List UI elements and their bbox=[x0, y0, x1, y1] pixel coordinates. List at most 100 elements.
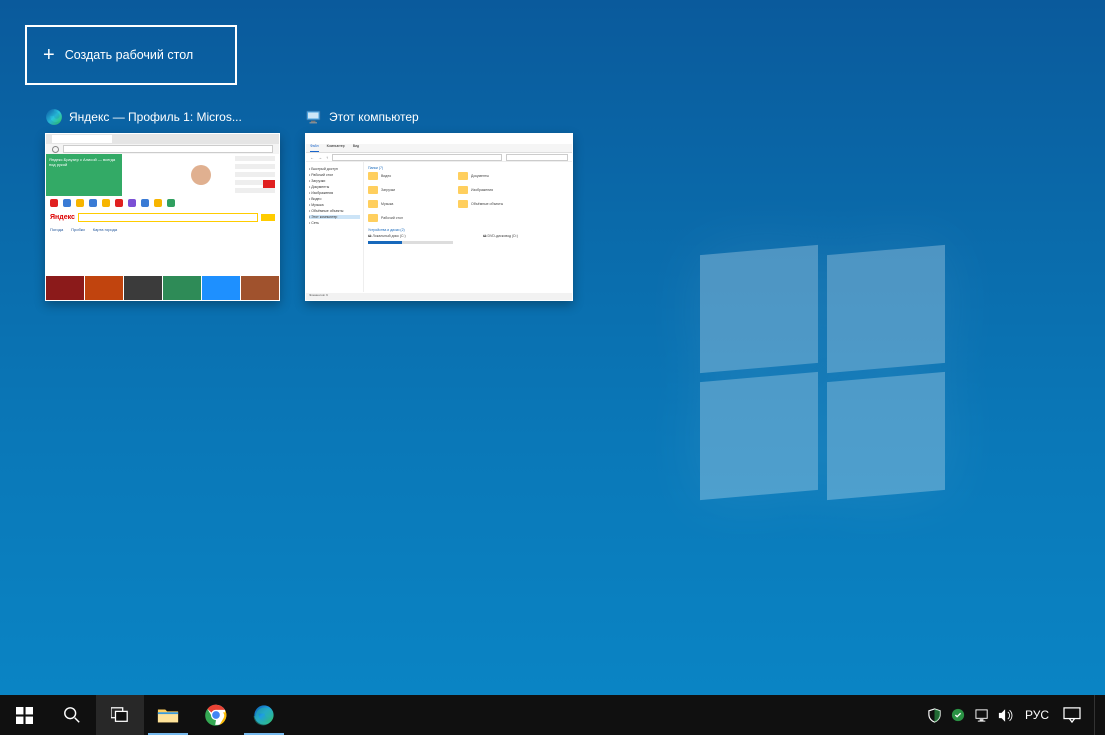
thumb-photo-strip bbox=[46, 276, 279, 300]
thumb-ribbon: ФайлКомпьютерВид bbox=[306, 144, 572, 153]
thumb-tree-item: • Сеть bbox=[309, 221, 360, 225]
thumb-tree-item: • Загрузки bbox=[309, 179, 360, 183]
thumb-tree-item: • Быстрый доступ bbox=[309, 167, 360, 171]
taskbar-app-chrome[interactable] bbox=[192, 695, 240, 735]
folder-icon bbox=[368, 200, 378, 208]
folder-icon bbox=[368, 172, 378, 180]
thumb-search bbox=[506, 154, 568, 161]
windows-logo-watermark bbox=[700, 250, 945, 495]
task-view-thumbnail[interactable]: Яндекс.Браузер c Алисой — всегда под рук… bbox=[45, 133, 280, 301]
thumb-link: Карта города bbox=[93, 227, 117, 232]
thumb-promo-banner: Яндекс.Браузер c Алисой — всегда под рук… bbox=[46, 154, 122, 196]
action-center-button[interactable] bbox=[1056, 695, 1088, 735]
thumb-photo bbox=[163, 276, 201, 300]
thumb-tree-item: • Этот компьютер bbox=[309, 215, 360, 219]
new-desktop-button[interactable]: + Создать рабочий стол bbox=[25, 25, 237, 85]
thumb-link: Пробки bbox=[71, 227, 85, 232]
thumb-service-icon bbox=[128, 199, 136, 207]
taskbar-app-file-explorer[interactable] bbox=[144, 695, 192, 735]
task-view-header: Этот компьютер bbox=[305, 106, 573, 128]
thumb-right-sidebar bbox=[235, 156, 275, 196]
thumb-tree-item: • Документы bbox=[309, 185, 360, 189]
task-view-title: Этот компьютер bbox=[329, 110, 419, 124]
thumb-photo bbox=[46, 276, 84, 300]
folder-icon bbox=[368, 186, 378, 194]
folder-icon bbox=[458, 172, 468, 180]
thumb-group-header: Папки (7) bbox=[368, 166, 568, 170]
thumb-group-header: Устройства и диски (2) bbox=[368, 228, 568, 232]
thumb-tree-item: • Объёмные объекты bbox=[309, 209, 360, 213]
thumb-folder-item: Загрузки bbox=[368, 186, 438, 194]
task-view-window[interactable]: Этот компьютер ФайлКомпьютерВид ← → ↑ • … bbox=[305, 106, 573, 301]
show-desktop-button[interactable] bbox=[1094, 695, 1101, 735]
thumb-drive-item: 🖴 Локальный диск (C:) bbox=[368, 234, 453, 244]
refresh-icon bbox=[52, 146, 59, 153]
yandex-logo: Яндекс bbox=[50, 214, 75, 221]
windows-icon bbox=[16, 707, 33, 724]
thumb-service-icon bbox=[76, 199, 84, 207]
search-icon bbox=[63, 706, 81, 724]
thumb-service-icon bbox=[50, 199, 58, 207]
this-pc-icon bbox=[305, 108, 323, 126]
thumb-folder-item: Объёмные объекты bbox=[458, 200, 528, 208]
thumb-folder-item: Видео bbox=[368, 172, 438, 180]
forward-icon: → bbox=[318, 155, 322, 160]
thumb-service-icon bbox=[167, 199, 175, 207]
thumb-content-pane: Папки (7) ВидеоДокументыЗагрузкиИзображе… bbox=[364, 162, 572, 292]
thumb-link: Погода bbox=[50, 227, 63, 232]
thumb-folder-item: Рабочий стол bbox=[368, 214, 438, 222]
thumb-search-field bbox=[78, 213, 258, 222]
task-view-header: Яндекс — Профиль 1: Micros... bbox=[45, 106, 280, 128]
badge-icon bbox=[263, 180, 275, 188]
folder-icon bbox=[458, 186, 468, 194]
thumb-browser-urlbar bbox=[46, 144, 279, 154]
thumb-breadcrumb bbox=[332, 154, 502, 161]
task-view-title: Яндекс — Профиль 1: Micros... bbox=[69, 110, 242, 124]
thumb-addressbar: ← → ↑ bbox=[306, 153, 572, 162]
thumb-drive-item: 🖴 DVD-дисковод (D:) bbox=[483, 234, 568, 244]
task-view-button[interactable] bbox=[96, 695, 144, 735]
task-view-thumbnail[interactable]: ФайлКомпьютерВид ← → ↑ • Быстрый доступ •… bbox=[305, 133, 573, 301]
edge-icon bbox=[45, 108, 63, 126]
thumb-photo bbox=[124, 276, 162, 300]
tray-app-icon[interactable] bbox=[946, 695, 970, 735]
desktop-background: + Создать рабочий стол Яндекс — Профиль … bbox=[0, 0, 1105, 735]
thumb-folder-item: Документы bbox=[458, 172, 528, 180]
thumb-tree-item: • Музыка bbox=[309, 203, 360, 207]
thumb-photo bbox=[85, 276, 123, 300]
thumb-ribbon-tab: Вид bbox=[353, 144, 359, 152]
thumb-statusbar: Элементов: 9 bbox=[306, 293, 572, 300]
volume-icon[interactable] bbox=[994, 695, 1018, 735]
thumb-titlebar bbox=[306, 134, 572, 144]
start-button[interactable] bbox=[0, 695, 48, 735]
folder-icon bbox=[458, 200, 468, 208]
edge-icon bbox=[253, 704, 275, 726]
thumb-photo bbox=[241, 276, 279, 300]
thumb-service-icons bbox=[46, 196, 279, 210]
chrome-icon bbox=[205, 704, 227, 726]
thumb-service-icon bbox=[115, 199, 123, 207]
security-shield-icon[interactable] bbox=[922, 695, 946, 735]
avatar-icon bbox=[191, 165, 211, 185]
plus-icon: + bbox=[43, 45, 55, 65]
search-button[interactable] bbox=[48, 695, 96, 735]
network-icon[interactable] bbox=[970, 695, 994, 735]
thumb-tree-item: • Видео bbox=[309, 197, 360, 201]
task-view-window[interactable]: Яндекс — Профиль 1: Micros... Яндекс.Бра… bbox=[45, 106, 280, 301]
thumb-photo bbox=[202, 276, 240, 300]
thumb-links-row: Погода Пробки Карта города bbox=[46, 225, 279, 234]
thumb-tree-item: • Рабочий стол bbox=[309, 173, 360, 177]
new-desktop-label: Создать рабочий стол bbox=[65, 48, 193, 62]
task-view-icon bbox=[111, 707, 129, 723]
back-icon: ← bbox=[310, 155, 314, 160]
thumb-service-icon bbox=[89, 199, 97, 207]
taskbar: РУС bbox=[0, 695, 1105, 735]
language-indicator[interactable]: РУС bbox=[1018, 708, 1056, 722]
thumb-ribbon-tab: Файл bbox=[310, 144, 319, 152]
system-tray: РУС bbox=[922, 695, 1105, 735]
thumb-service-icon bbox=[102, 199, 110, 207]
thumb-service-icon bbox=[141, 199, 149, 207]
thumb-folder-item: Музыка bbox=[368, 200, 438, 208]
thumb-tree-item: • Изображения bbox=[309, 191, 360, 195]
taskbar-app-edge[interactable] bbox=[240, 695, 288, 735]
